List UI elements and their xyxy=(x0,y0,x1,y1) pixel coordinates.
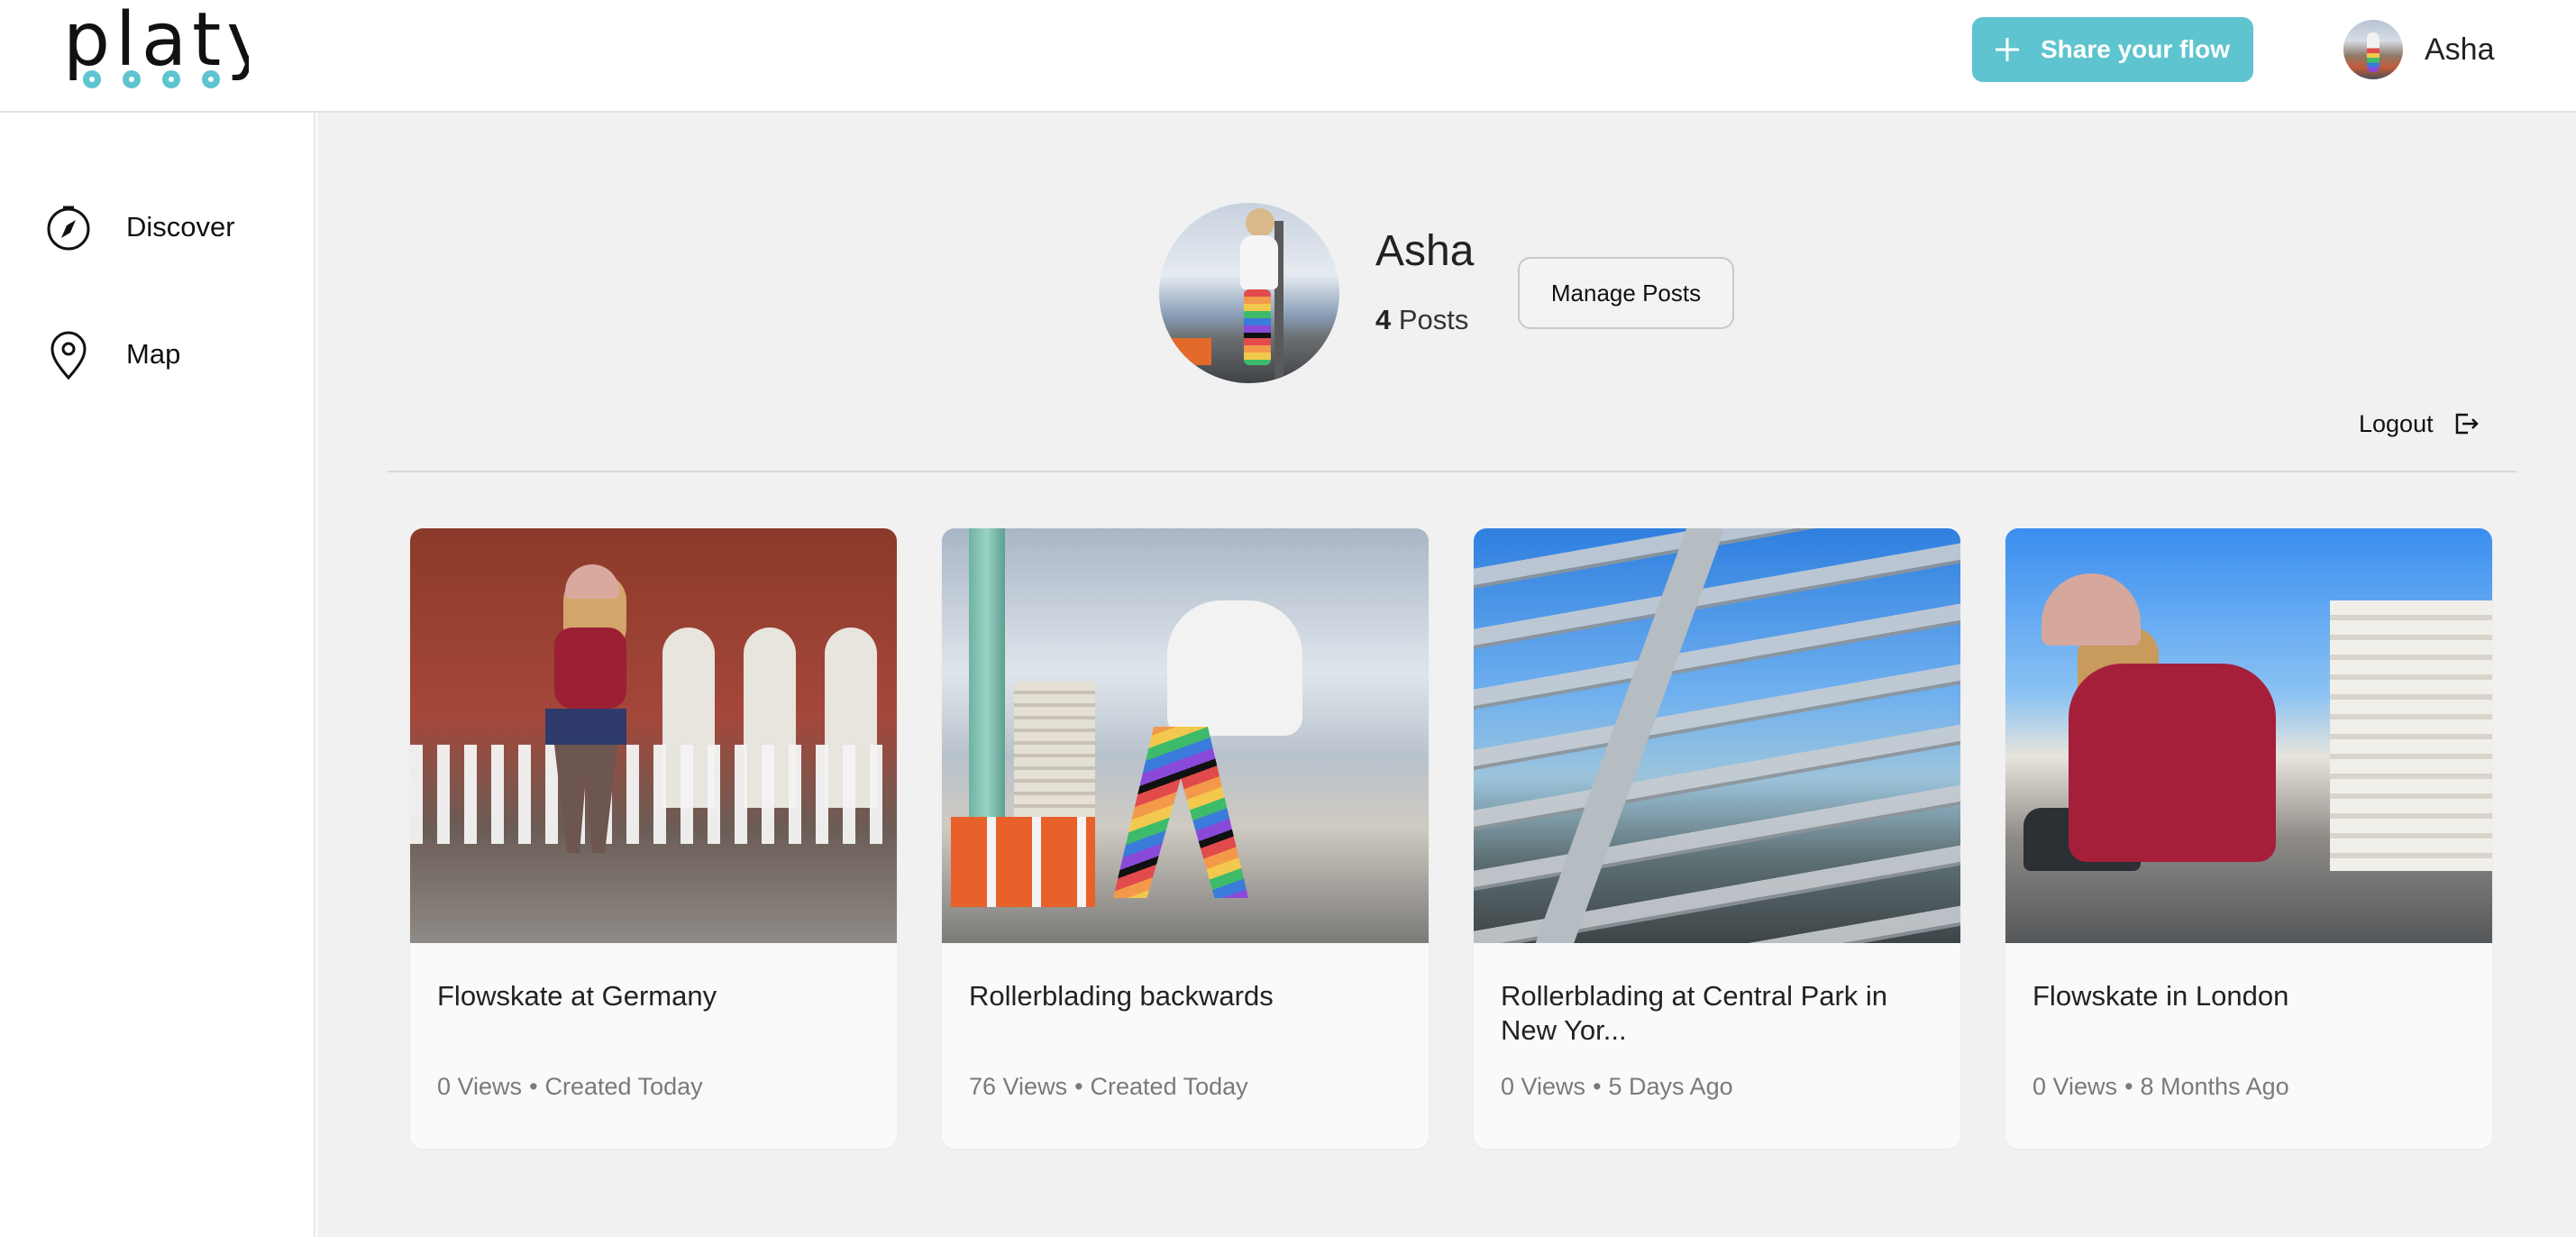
post-count-number: 4 xyxy=(1375,304,1392,335)
share-your-flow-button[interactable]: Share your flow xyxy=(1972,17,2253,82)
map-pin-icon xyxy=(50,331,87,380)
user-name: Asha xyxy=(2425,32,2495,67)
platy-logo[interactable]: platy xyxy=(59,0,270,103)
post-views: 0 Views xyxy=(2032,1073,2118,1100)
post-card[interactable]: Flowskate at Germany 0 Views • Created Tod… xyxy=(410,528,897,1149)
post-thumbnail xyxy=(942,528,1429,943)
post-thumbnail xyxy=(1474,528,1960,943)
post-card[interactable]: Rollerblading backwards 76 Views • Created… xyxy=(942,528,1429,1149)
sidebar-item-label: Discover xyxy=(126,211,235,243)
main-content: Asha 4 Posts Manage Posts Logout Flowska… xyxy=(317,113,2576,1237)
sidebar-item-map[interactable]: Map xyxy=(43,327,180,381)
post-meta: 76 Views • Created Today xyxy=(969,1073,1248,1100)
sidebar-item-label: Map xyxy=(126,338,181,370)
post-meta: 0 Views • 5 Days Ago xyxy=(1501,1073,1733,1100)
post-title: Flowskate in London xyxy=(2032,980,2289,1012)
post-thumbnail xyxy=(410,528,897,943)
compass-icon xyxy=(47,206,90,251)
post-views: 0 Views xyxy=(1501,1073,1586,1100)
manage-posts-button[interactable]: Manage Posts xyxy=(1518,257,1734,329)
post-views: 0 Views xyxy=(437,1073,523,1100)
plus-icon xyxy=(1996,38,2019,61)
post-card[interactable]: Flowskate in London 0 Views • 8 Months Ago xyxy=(2005,528,2492,1149)
avatar xyxy=(2343,20,2403,79)
post-title: Flowskate at Germany xyxy=(437,980,717,1012)
profile-name: Asha xyxy=(1375,227,1475,275)
logout-label: Logout xyxy=(2359,409,2434,437)
profile-avatar xyxy=(1159,203,1339,383)
post-count: 4 Posts xyxy=(1375,304,1468,336)
logout-button[interactable]: Logout xyxy=(2359,406,2480,442)
sidebar: Discover Map xyxy=(0,113,315,1237)
post-meta: 0 Views • Created Today xyxy=(437,1073,703,1100)
post-created: Created Today xyxy=(544,1073,703,1100)
logout-icon xyxy=(2455,413,2479,435)
post-card[interactable]: Rollerblading at Central Park in New Yor… xyxy=(1474,528,1960,1149)
post-created: Created Today xyxy=(1090,1073,1248,1100)
top-header: platy Share your flow Asha xyxy=(0,0,2576,113)
share-button-label: Share your flow xyxy=(2041,35,2231,63)
post-thumbnail xyxy=(2005,528,2492,943)
sidebar-item-discover[interactable]: Discover xyxy=(43,200,235,254)
post-title: Rollerblading backwards xyxy=(969,980,1274,1012)
post-meta: 0 Views • 8 Months Ago xyxy=(2032,1073,2289,1100)
divider xyxy=(388,471,2517,472)
post-created: 5 Days Ago xyxy=(1608,1073,1733,1100)
post-title: Rollerblading at Central Park in New Yor… xyxy=(1501,980,1888,1046)
post-created: 8 Months Ago xyxy=(2140,1073,2289,1100)
user-menu[interactable]: Asha xyxy=(2343,20,2495,79)
post-views: 76 Views xyxy=(969,1073,1068,1100)
post-count-label: Posts xyxy=(1398,304,1469,335)
